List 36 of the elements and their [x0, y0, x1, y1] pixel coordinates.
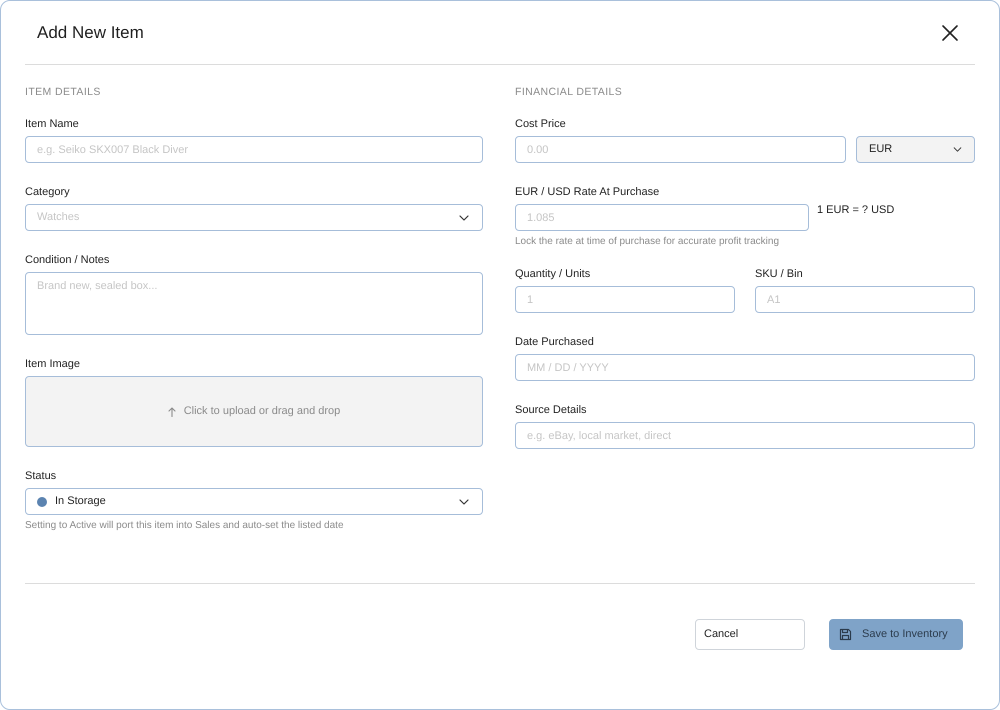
field-label: Date Purchased [515, 335, 595, 349]
chevron-down-icon [953, 147, 962, 152]
rate-hint-text: 1 EUR = ? USD [817, 203, 894, 217]
section-heading: ITEM DETAILS [25, 85, 102, 99]
text-area[interactable]: Brand new, sealed box... [25, 272, 483, 335]
field-label: Condition / Notes [25, 253, 110, 267]
text-input[interactable]: 0.00 [515, 136, 846, 163]
close-button[interactable] [941, 24, 959, 42]
field-label: Status [25, 469, 58, 483]
text-input[interactable]: MM / DD / YYYY [515, 354, 975, 381]
dialog-title: Add New Item [37, 22, 144, 44]
text-input[interactable]: e.g. eBay, local market, direct [515, 422, 975, 449]
text-input[interactable]: A1 [755, 286, 975, 313]
field-label: SKU / Bin [755, 267, 804, 281]
field-label: Quantity / Units [515, 267, 592, 281]
floppy-disk-icon [839, 628, 852, 641]
status-select[interactable]: In Storage [25, 488, 483, 515]
text-input[interactable]: e.g. Seiko SKX007 Black Diver [25, 136, 483, 163]
currency-select[interactable]: EUR [856, 136, 975, 163]
chevron-down-icon [459, 498, 469, 504]
text-input[interactable]: 1.085 [515, 204, 809, 231]
field-label: Source Details [515, 403, 588, 417]
arrow-up-icon [168, 406, 176, 416]
help-text: Lock the rate at time of purchase for accurate profit tracking [515, 236, 780, 248]
cancel-button[interactable]: Cancel [695, 619, 805, 650]
field-label: Item Name [25, 117, 80, 131]
text-input[interactable]: 1 [515, 286, 735, 313]
field-label: Cost Price [515, 117, 567, 131]
close-icon [941, 24, 959, 42]
field-label: Category [25, 185, 71, 199]
chevron-down-icon [459, 214, 469, 220]
help-text: Setting to Active will port this item into Sales and auto-set the listed date [25, 520, 345, 532]
save-button[interactable]: Save to Inventory [829, 619, 963, 650]
field-label: Item Image [25, 357, 82, 371]
field-label: EUR / USD Rate At Purchase [515, 185, 660, 199]
section-heading: FINANCIAL DETAILS [515, 85, 624, 99]
